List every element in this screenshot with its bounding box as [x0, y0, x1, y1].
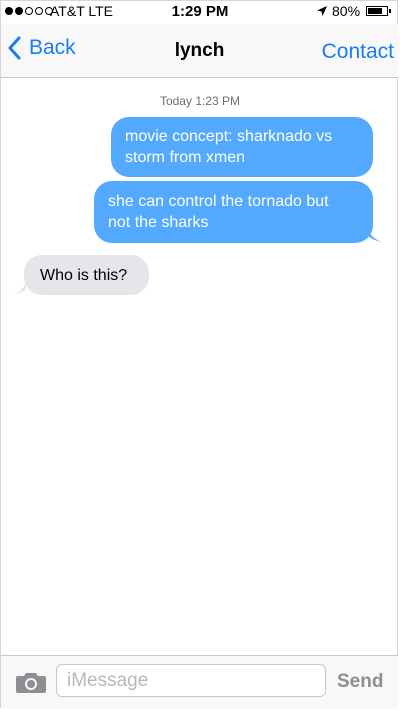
- sent-message-bubble[interactable]: movie concept: sharknado vs storm from x…: [111, 117, 373, 177]
- navigation-bar: Back lynch Contact: [1, 24, 398, 78]
- bubble-tail: [368, 228, 382, 242]
- message-text-line: storm from xmen: [125, 149, 246, 166]
- battery-percent: 80%: [332, 3, 361, 19]
- send-button[interactable]: Send: [337, 671, 383, 693]
- timestamp-day: Today: [159, 94, 192, 108]
- message-text-line: she can control the tornado but: [108, 193, 329, 210]
- sent-message-bubble[interactable]: she can control the tornado but not the …: [94, 181, 373, 243]
- contact-button[interactable]: Contact: [322, 40, 394, 64]
- battery-tip: [389, 9, 391, 13]
- battery-icon: [366, 6, 388, 16]
- message-text-line: not the sharks: [108, 214, 209, 231]
- message-timestamp: Today 1:23 PM: [0, 94, 400, 108]
- bubble-tail: [12, 281, 26, 295]
- received-message-bubble[interactable]: Who is this?: [24, 255, 149, 295]
- message-composer: Send: [1, 655, 398, 709]
- camera-icon[interactable]: [15, 670, 47, 694]
- status-bar: AT&T LTE 1:29 PM 80%: [0, 0, 400, 24]
- message-text-line: movie concept: sharknado vs: [125, 128, 333, 145]
- location-arrow-icon: [317, 6, 327, 16]
- imessage-input[interactable]: [56, 664, 326, 697]
- timestamp-time: 1:23 PM: [195, 94, 241, 108]
- battery-level-fill: [368, 8, 382, 14]
- message-text-line: Who is this?: [40, 267, 128, 284]
